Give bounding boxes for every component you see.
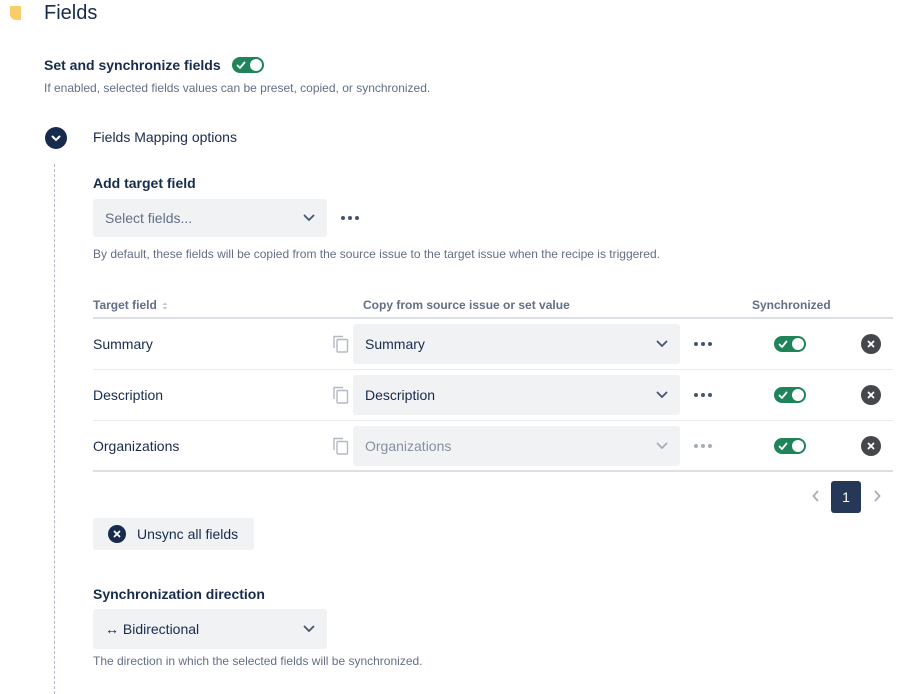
table-row: Summary Summary	[93, 319, 893, 370]
pagination-page-button[interactable]: 1	[831, 481, 861, 513]
chevron-down-icon	[51, 135, 61, 141]
toggle-knob	[792, 440, 804, 452]
row-more-button[interactable]	[694, 342, 712, 346]
add-target-help: By default, these fields will be copied …	[93, 247, 660, 261]
dot-icon	[708, 444, 712, 448]
source-field-dropdown: Organizations	[353, 426, 680, 466]
copy-icon[interactable]	[333, 386, 349, 404]
dot-icon	[355, 216, 359, 220]
row-sync-toggle[interactable]	[774, 387, 806, 403]
sync-direction-label: Synchronization direction	[93, 586, 265, 602]
dot-icon	[341, 216, 345, 220]
chevron-down-icon	[656, 391, 668, 399]
section-title: Fields	[44, 2, 98, 24]
source-field-value: Description	[365, 387, 436, 403]
chevron-down-icon	[303, 214, 315, 222]
sync-direction-value: ↔ Bidirectional	[105, 621, 200, 637]
column-header-copy-from: Copy from source issue or set value	[363, 298, 570, 312]
select-fields-dropdown[interactable]: Select fields...	[93, 199, 327, 237]
dot-icon	[708, 393, 712, 397]
close-circle-icon	[108, 525, 126, 543]
chevron-right-icon	[874, 490, 881, 502]
section-connector-line	[54, 164, 55, 694]
sync-direction-dropdown[interactable]: ↔ Bidirectional	[93, 609, 327, 649]
toggle-knob	[792, 389, 804, 401]
source-field-dropdown[interactable]: Summary	[353, 324, 680, 364]
chevron-down-icon	[656, 442, 668, 450]
source-field-value: Organizations	[365, 438, 452, 454]
close-icon	[867, 340, 875, 348]
dot-icon	[701, 393, 705, 397]
target-field-name: Summary	[93, 336, 153, 352]
toggle-knob	[792, 338, 804, 350]
dot-icon	[348, 216, 352, 220]
copy-icon[interactable]	[333, 335, 349, 353]
unsync-all-button[interactable]: Unsync all fields	[93, 518, 254, 550]
more-options-button[interactable]	[341, 216, 359, 220]
source-field-value: Summary	[365, 336, 425, 352]
check-icon	[236, 61, 246, 69]
row-more-button[interactable]	[694, 393, 712, 397]
target-field-name: Organizations	[93, 438, 180, 454]
toggle-knob	[250, 59, 262, 71]
sync-fields-label: Set and synchronize fields	[44, 57, 221, 73]
add-target-label: Add target field	[93, 175, 196, 191]
close-icon	[867, 442, 875, 450]
section-marker-icon	[10, 6, 21, 20]
dot-icon	[694, 393, 698, 397]
row-sync-toggle[interactable]	[774, 336, 806, 352]
collapse-mapping-button[interactable]	[45, 127, 67, 149]
check-icon	[778, 442, 788, 450]
target-field-name: Description	[93, 387, 164, 403]
dot-icon	[694, 444, 698, 448]
row-sync-toggle[interactable]	[774, 438, 806, 454]
column-header-synchronized: Synchronized	[752, 298, 831, 312]
close-icon	[867, 391, 875, 399]
table-row: Description Description	[93, 370, 893, 421]
sync-fields-toggle[interactable]	[232, 57, 264, 73]
column-header-target-field[interactable]: Target field	[93, 298, 168, 312]
remove-row-button[interactable]	[861, 385, 881, 405]
source-field-dropdown[interactable]: Description	[353, 375, 680, 415]
check-icon	[778, 391, 788, 399]
mapping-options-title: Fields Mapping options	[93, 129, 237, 145]
dot-icon	[708, 342, 712, 346]
dot-icon	[694, 342, 698, 346]
copy-icon[interactable]	[333, 437, 349, 455]
chevron-down-icon	[303, 625, 315, 633]
remove-row-button[interactable]	[861, 436, 881, 456]
pagination-prev-button[interactable]	[808, 487, 822, 505]
table-row: Organizations Organizations	[93, 421, 893, 472]
sync-direction-help: The direction in which the selected fiel…	[93, 654, 423, 668]
remove-row-button[interactable]	[861, 334, 881, 354]
select-fields-placeholder: Select fields...	[105, 210, 193, 226]
unsync-all-label: Unsync all fields	[137, 526, 239, 542]
column-header-label: Target field	[93, 298, 157, 312]
check-icon	[778, 340, 788, 348]
sync-fields-help: If enabled, selected fields values can b…	[44, 81, 431, 95]
sort-icon	[162, 302, 168, 310]
dot-icon	[701, 444, 705, 448]
row-more-button	[694, 444, 712, 448]
dot-icon	[701, 342, 705, 346]
pagination-next-button[interactable]	[870, 487, 884, 505]
chevron-left-icon	[811, 490, 818, 502]
chevron-down-icon	[656, 340, 668, 348]
